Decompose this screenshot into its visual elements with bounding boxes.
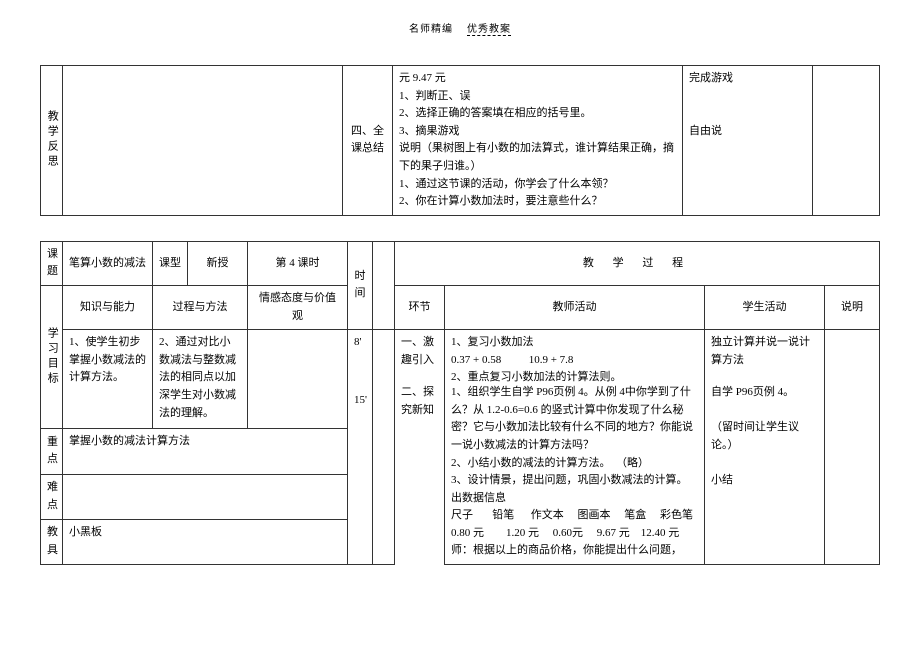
type-value: 新授 bbox=[188, 241, 248, 285]
student-activities: 独立计算并说一说计算方法 自学 P96页例 4。 （留时间让学生议论。） 小结 bbox=[705, 330, 825, 565]
difficulty-label: 难点 bbox=[41, 474, 63, 519]
table-lesson-plan: 课题 笔算小数的减法 课型 新授 第 4 课时 时间 教 学 过 程 学习目标 … bbox=[40, 241, 880, 565]
type-label: 课型 bbox=[153, 241, 188, 285]
goals-label: 学习目标 bbox=[41, 285, 63, 428]
attitude-header: 情感态度与价值观 bbox=[248, 285, 348, 329]
header-right: 优秀教案 bbox=[467, 24, 511, 35]
period-value: 第 4 课时 bbox=[248, 241, 348, 285]
knowledge-header: 知识与能力 bbox=[63, 285, 153, 329]
difficulty-value bbox=[63, 474, 348, 519]
time-blank bbox=[373, 241, 395, 329]
summary-note bbox=[813, 66, 880, 216]
table-reflection: 教学反思 四、全课总结 元 9.47 元 1、判断正、误 2、选择正确的答案填在… bbox=[40, 65, 880, 216]
keypoint-label: 重点 bbox=[41, 429, 63, 474]
segment-header: 环节 bbox=[395, 285, 445, 329]
keypoint-value: 掌握小数的减法计算方法 bbox=[63, 429, 348, 474]
topic-value: 笔算小数的减法 bbox=[63, 241, 153, 285]
time-column: 8' 15' bbox=[348, 330, 373, 565]
knowledge-content: 1、使学生初步掌握小数减法的计算方法。 bbox=[63, 330, 153, 429]
student-header: 学生活动 bbox=[705, 285, 825, 329]
topic-label: 课题 bbox=[41, 241, 63, 285]
process-method-content: 2、通过对比小数减法与整数减法的相同点以加深学生对小数减法的理解。 bbox=[153, 330, 248, 429]
summary-student: 完成游戏 自由说 bbox=[683, 66, 813, 216]
tools-label: 教具 bbox=[41, 519, 63, 564]
teacher-header: 教师活动 bbox=[445, 285, 705, 329]
note-header: 说明 bbox=[825, 285, 880, 329]
notes-col bbox=[825, 330, 880, 565]
time-label: 时间 bbox=[348, 241, 373, 329]
attitude-content bbox=[248, 330, 348, 429]
reflection-label: 教学反思 bbox=[41, 66, 63, 216]
page-header: 名师精编 优秀教案 bbox=[40, 20, 880, 35]
summary-content: 元 9.47 元 1、判断正、误 2、选择正确的答案填在相应的括号里。 3、摘果… bbox=[393, 66, 683, 216]
time-blank2 bbox=[373, 330, 395, 565]
process-header: 教 学 过 程 bbox=[395, 241, 880, 285]
reflection-blank bbox=[63, 66, 343, 216]
section-summary-label: 四、全课总结 bbox=[343, 66, 393, 216]
teacher-activities: 1、复习小数加法 0.37 + 0.58 10.9 + 7.8 2、重点复习小数… bbox=[445, 330, 705, 565]
segments: 一、激趣引入 二、探究新知 bbox=[395, 330, 445, 565]
tools-value: 小黑板 bbox=[63, 519, 348, 564]
process-method-header: 过程与方法 bbox=[153, 285, 248, 329]
header-left: 名师精编 bbox=[409, 24, 453, 35]
